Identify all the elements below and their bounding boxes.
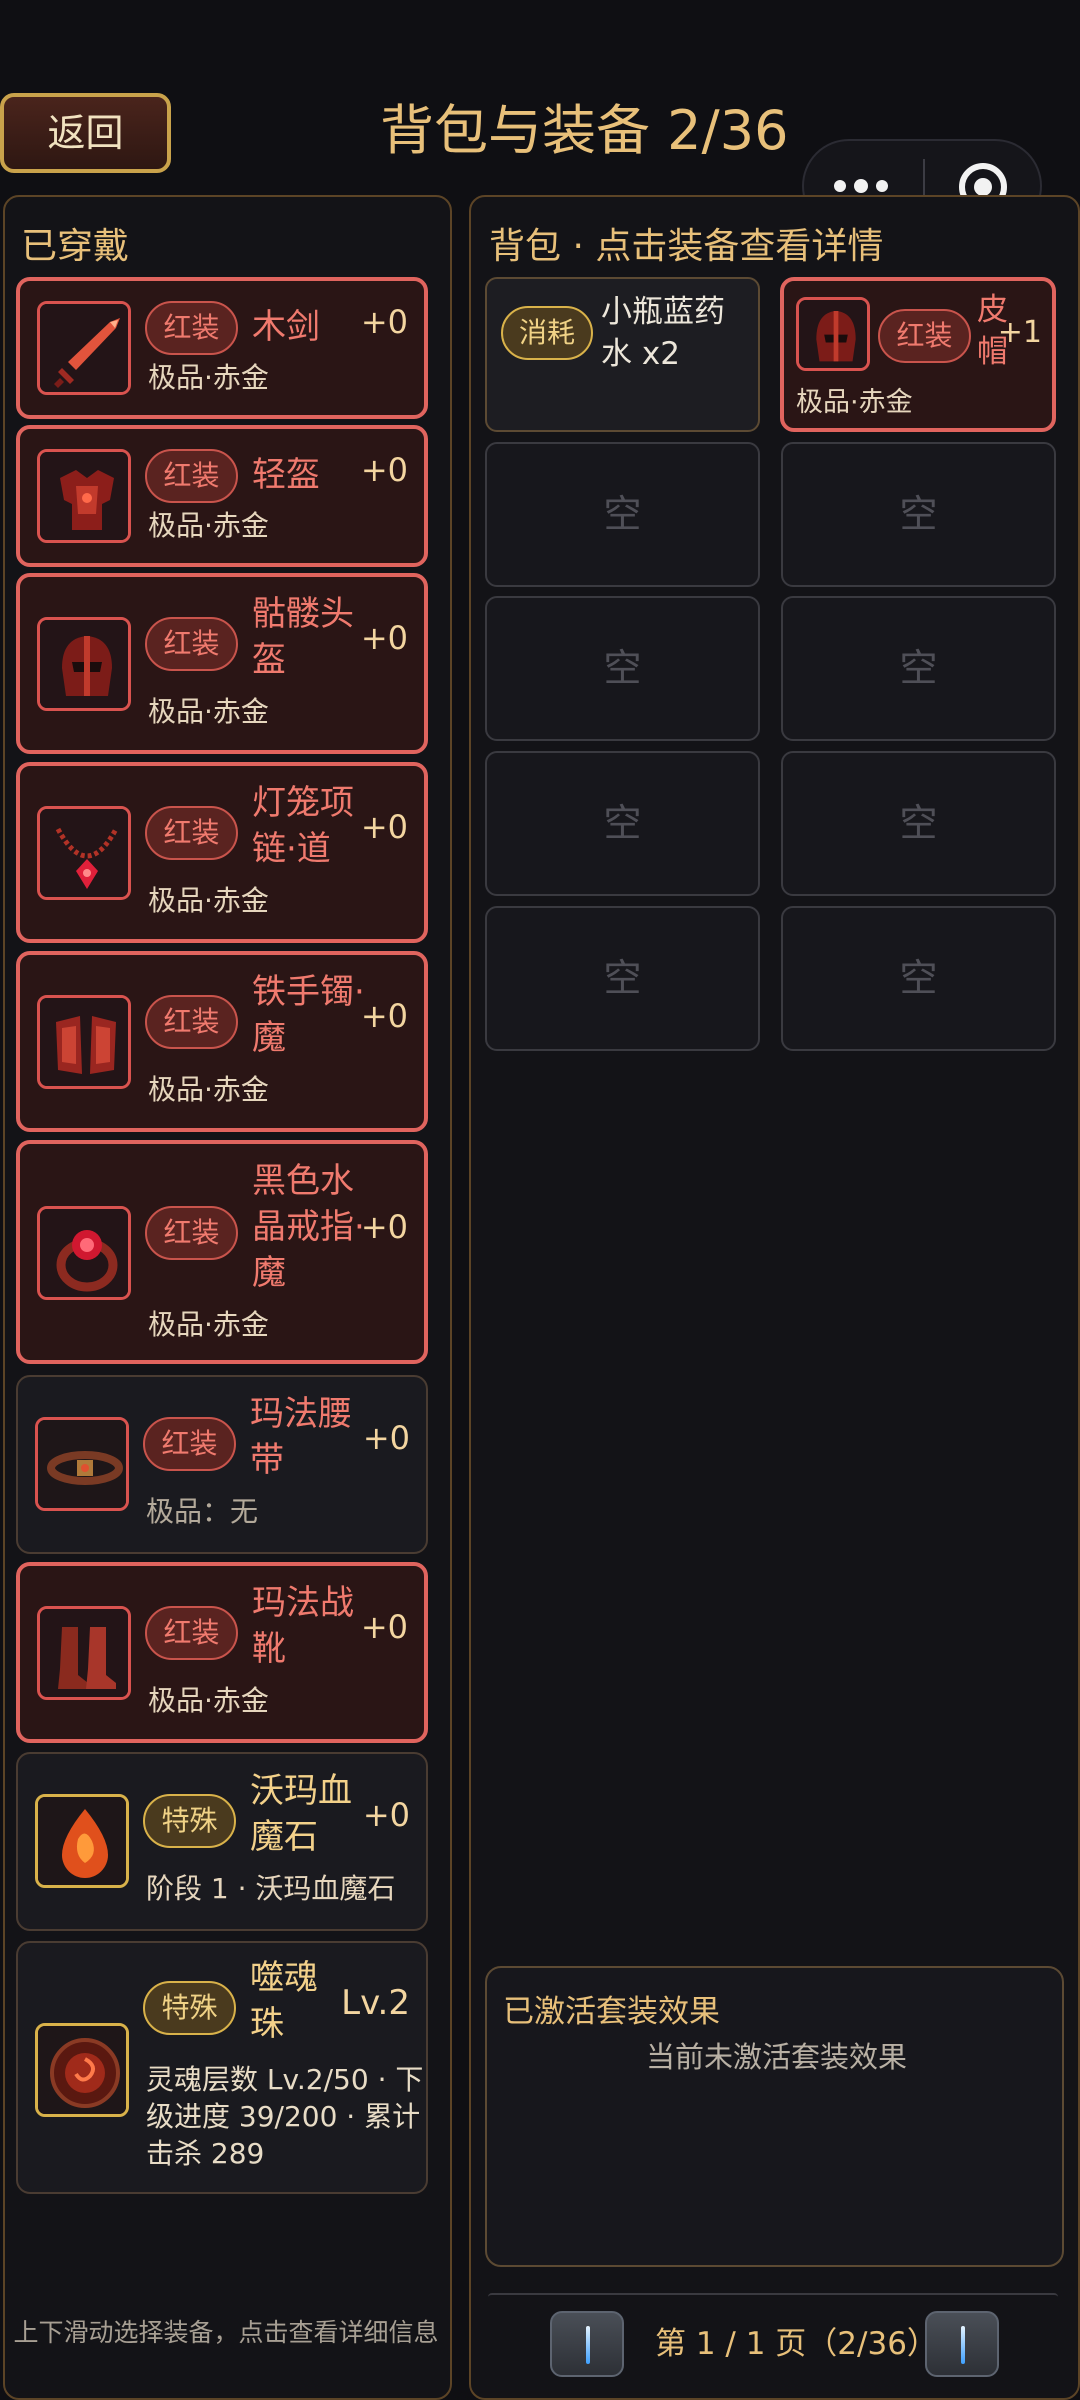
prev-page-button[interactable] — [550, 2311, 624, 2377]
item-name: 轻盔 — [252, 455, 320, 495]
bag-slot-leather-hat[interactable]: 红装 皮帽 +1 极品·赤金 — [780, 277, 1056, 432]
orb-level: Lv.2 — [341, 1983, 410, 2023]
equipment-grade-badge: 红装 — [878, 309, 971, 363]
enhance-level: +0 — [360, 1208, 408, 1246]
enhance-level: +0 — [360, 997, 408, 1035]
equipment-grade-badge: 红装 — [145, 449, 238, 503]
equipped-item-weapon[interactable]: 红装 木剑 +0 极品·赤金 — [16, 277, 428, 419]
page-indicator: 第 1 / 1 页（2/36） — [655, 2326, 938, 2362]
item-quality: 极品·赤金 — [148, 361, 269, 394]
equipment-grade-badge: 红装 — [145, 995, 238, 1049]
next-page-button[interactable] — [925, 2311, 999, 2377]
equipment-grade-badge: 红装 — [145, 806, 238, 860]
equipment-grade-badge: 红装 — [145, 1206, 238, 1260]
bloodstone-icon — [35, 1794, 129, 1888]
equipped-panel-title: 已穿戴 — [21, 226, 130, 267]
equipped-item-ring[interactable]: 红装 黑色水晶戒指·魔 +0 极品·赤金 — [16, 1140, 428, 1364]
item-quality: 极品·赤金 — [148, 884, 269, 917]
enhance-level: +0 — [360, 1608, 408, 1646]
special-badge: 特殊 — [143, 1981, 236, 2035]
set-effects-empty-text: 当前未激活套装效果 — [645, 2040, 907, 2074]
orb-progress: 灵魂层数 Lv.2/50 · 下级进度 39/200 · 累计击杀 289 — [146, 2063, 424, 2170]
bag-slot-empty[interactable]: 空 — [485, 596, 760, 741]
equipped-item-soul-orb[interactable]: 特殊 噬魂珠 Lv.2 灵魂层数 Lv.2/50 · 下级进度 39/200 ·… — [16, 1941, 428, 2194]
item-name: 玛法腰带 — [250, 1394, 352, 1480]
item-name: 沃玛血魔石 — [250, 1771, 352, 1857]
enhance-level: +0 — [360, 619, 408, 657]
special-badge: 特殊 — [143, 1794, 236, 1848]
boots-icon — [37, 1606, 131, 1700]
equipped-item-necklace[interactable]: 红装 灯笼项链·道 +0 极品·赤金 — [16, 762, 428, 943]
enhance-level: +0 — [360, 303, 408, 341]
bag-slot-empty[interactable]: 空 — [485, 906, 760, 1051]
equipped-item-armor[interactable]: 红装 轻盔 +0 极品·赤金 — [16, 425, 428, 567]
enhance-level: +0 — [362, 1796, 410, 1834]
back-button[interactable]: 返回 — [0, 93, 171, 173]
item-name: 铁手镯·魔 — [252, 972, 365, 1058]
set-effects-box: 已激活套装效果 当前未激活套装效果 — [485, 1966, 1064, 2267]
leather-hat-icon — [796, 297, 870, 371]
helmet-icon — [37, 617, 131, 711]
belt-icon — [35, 1417, 129, 1511]
item-name: 木剑 — [252, 307, 320, 347]
equipment-grade-badge: 红装 — [145, 617, 238, 671]
equipment-grade-badge: 红装 — [143, 1417, 236, 1471]
equipment-grade-badge: 红装 — [145, 301, 238, 355]
item-quality: 极品：无 — [146, 1495, 259, 1528]
item-name: 噬魂珠 — [250, 1958, 318, 2044]
pager-divider — [488, 2293, 1058, 2301]
set-effects-title: 已激活套装效果 — [503, 1994, 720, 2030]
soul-orb-icon — [35, 2023, 129, 2117]
necklace-icon — [37, 806, 131, 900]
equipped-item-belt[interactable]: 红装 玛法腰带 +0 极品：无 — [16, 1375, 428, 1554]
bag-panel-title: 背包 · 点击装备查看详情 — [489, 226, 884, 267]
item-quality: 极品·赤金 — [148, 509, 269, 542]
bag-slot-empty[interactable]: 空 — [485, 442, 760, 587]
enhance-level: +1 — [997, 315, 1042, 350]
enhance-level: +0 — [362, 1419, 410, 1457]
equipment-grade-badge: 红装 — [145, 1606, 238, 1660]
equipped-item-boots[interactable]: 红装 玛法战靴 +0 极品·赤金 — [16, 1562, 428, 1743]
item-quality: 极品·赤金 — [796, 387, 913, 418]
item-name: 骷髅头盔 — [252, 594, 354, 680]
scroll-hint: 上下滑动选择装备，点击查看详细信息 — [13, 2318, 439, 2347]
equipped-item-helmet[interactable]: 红装 骷髅头盔 +0 极品·赤金 — [16, 573, 428, 754]
enhance-level: +0 — [360, 808, 408, 846]
item-name: 黑色水晶戒指·魔 — [252, 1161, 365, 1293]
item-name: 小瓶蓝药水 x2 — [601, 294, 725, 372]
bag-slot-empty[interactable]: 空 — [781, 751, 1056, 896]
bag-slot-empty[interactable]: 空 — [781, 442, 1056, 587]
item-name: 玛法战靴 — [252, 1583, 354, 1669]
item-quality: 极品·赤金 — [148, 1073, 269, 1106]
bag-slot-potion[interactable]: 消耗 小瓶蓝药水 x2 — [485, 277, 760, 432]
item-stage: 阶段 1 · 沃玛血魔石 — [146, 1872, 396, 1905]
item-quality: 极品·赤金 — [148, 1308, 269, 1341]
bracer-icon — [37, 995, 131, 1089]
consumable-badge: 消耗 — [501, 306, 593, 360]
armor-icon — [37, 449, 131, 543]
item-name: 灯笼项链·道 — [252, 783, 354, 869]
ring-icon — [37, 1206, 131, 1300]
bag-slot-empty[interactable]: 空 — [781, 596, 1056, 741]
item-quality: 极品·赤金 — [148, 695, 269, 728]
item-quality: 极品·赤金 — [148, 1684, 269, 1717]
equipped-item-bloodstone[interactable]: 特殊 沃玛血魔石 +0 阶段 1 · 沃玛血魔石 — [16, 1752, 428, 1931]
equipped-item-bracer[interactable]: 红装 铁手镯·魔 +0 极品·赤金 — [16, 951, 428, 1132]
enhance-level: +0 — [360, 451, 408, 489]
bag-slot-empty[interactable]: 空 — [485, 751, 760, 896]
sword-icon — [37, 301, 131, 395]
bag-slot-empty[interactable]: 空 — [781, 906, 1056, 1051]
